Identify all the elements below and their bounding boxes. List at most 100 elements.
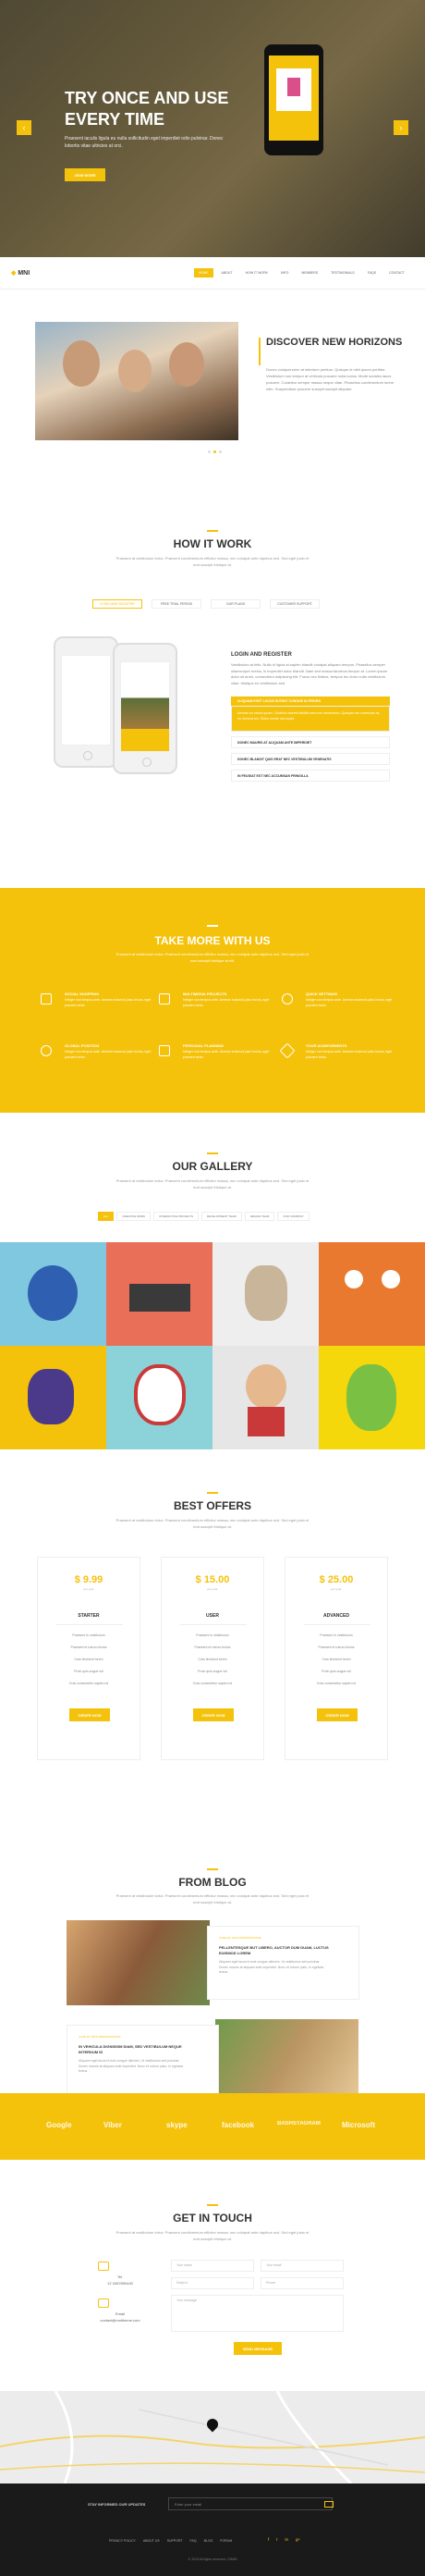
gallery-tile-cartoon-man[interactable] <box>212 1346 319 1449</box>
contact-subtitle: Praesent at vestibulum tortor. Praesent … <box>115 2230 310 2241</box>
gallery-tile-robot[interactable] <box>106 1346 212 1449</box>
tab-our-plans[interactable]: OUR PLANS <box>211 599 261 609</box>
feature-social-shopping: SOCIAL SHOPPING Integer non tempus ante. … <box>41 992 152 1029</box>
logo-google: Google <box>46 2121 72 2129</box>
gallery-tile-orange-monster[interactable] <box>319 1242 425 1346</box>
facebook-icon[interactable]: f <box>268 2537 269 2542</box>
filter-development-team[interactable]: DEVELOPMENT TEAM <box>200 1212 242 1221</box>
google-plus-icon[interactable]: g+ <box>296 2537 300 2542</box>
take-subtitle: Praesent at vestibulum tortor. Praesent … <box>115 952 310 963</box>
newsletter-email-input[interactable]: Enter your email <box>168 2497 333 2510</box>
blog-post-1-title[interactable]: PELLENTESQUE BUT LIBERO, AUCTOR DUM DUAM… <box>219 1945 330 1956</box>
discover-section: DISCOVER NEW HORIZONS Donec volutpat eni… <box>0 290 425 475</box>
subject-field[interactable]: Subject <box>171 2277 254 2289</box>
tab-login-register[interactable]: LOGIN AND REGISTER <box>92 599 142 609</box>
gallery-tile-sketch[interactable] <box>212 1242 319 1346</box>
title-accent <box>207 1492 218 1494</box>
footer-link-about[interactable]: ABOUT US <box>143 2539 160 2543</box>
blog-image-1[interactable] <box>67 1920 210 2005</box>
star-icon <box>279 1042 296 1059</box>
logo-bashstagram: BASHSTAGRAM <box>277 2121 321 2126</box>
name-field[interactable]: Your name <box>171 2260 254 2272</box>
order-now-button-user[interactable]: ORDER NOW <box>193 1708 234 1721</box>
phone-icon <box>98 2262 109 2271</box>
twitter-icon[interactable]: t <box>276 2537 277 2542</box>
hero-title: TRY ONCE AND USE EVERY TIME <box>65 89 229 129</box>
logo-facebook: facebook <box>222 2121 255 2129</box>
title-accent <box>207 1152 218 1154</box>
filter-design-team[interactable]: DESIGN TEAM <box>244 1212 275 1221</box>
offers-title: BEST OFFERS <box>173 1499 251 1512</box>
logo-skype: skype <box>166 2121 188 2129</box>
hero-view-more-button[interactable]: VIEW MORE <box>65 168 105 181</box>
send-mail-icon[interactable] <box>324 2501 334 2508</box>
tab-customer-support[interactable]: CUSTOMER SUPPORT <box>270 599 320 609</box>
filter-all[interactable]: ALL <box>98 1212 115 1221</box>
price-card-advanced: $ 25.00 per year ADVANCED Praesent in vest… <box>285 1557 388 1760</box>
feature-multimedia: MULTIMEDIA PROJECTS Integer non tempus an… <box>159 992 270 1029</box>
gallery-tile-green-monster[interactable] <box>319 1346 425 1449</box>
feature-achievements: YOUR ACHIEVEMENTS Integer non tempus ante… <box>279 1042 393 1080</box>
linkedin-icon[interactable]: in <box>285 2537 289 2542</box>
nav-item-members[interactable]: MEMBERS <box>297 268 322 277</box>
accordion-item-4[interactable]: IN FEUGIAT EST NEC ACCUMSAN FRINGILLA <box>231 770 390 782</box>
blog-image-2[interactable] <box>215 2019 358 2101</box>
nav-item-home[interactable]: HOME <box>194 268 213 277</box>
accordion-item-2[interactable]: DONEC MAURIS AT ALIQUAM ANTE IMPERDIET <box>231 736 390 748</box>
how-description: Vestibulum at felis. Nulla id ligula at … <box>231 662 388 685</box>
blog-post-2: JUNE 28, 2015 ADMINISTRATOR IN VEHICULA D… <box>67 2025 219 2095</box>
nav-item-about[interactable]: ABOUT <box>217 268 237 277</box>
price-card-user: $ 15.00 per year USER Praesent in vestibul… <box>161 1557 264 1760</box>
footer-link-faq[interactable]: FAQ <box>190 2539 197 2543</box>
how-heading: LOGIN AND REGISTER <box>231 652 292 658</box>
contact-title: GET IN TOUCH <box>173 2212 252 2225</box>
footer-link-forum[interactable]: FORUM <box>220 2539 232 2543</box>
footer-link-blog[interactable]: BLOG <box>204 2539 213 2543</box>
logo-viber: Viber <box>103 2121 122 2129</box>
filter-interactive-projects[interactable]: INTERACTIVE PROJECTS <box>153 1212 199 1221</box>
nav-item-how-it-work[interactable]: HOW IT WORK <box>241 268 273 277</box>
site-logo[interactable]: ◆ MNI <box>11 269 30 277</box>
gallery-tile-desk[interactable] <box>106 1242 212 1346</box>
blog-post-1: JUNE 28, 2015 ADMINISTRATOR PELLENTESQUE … <box>207 1926 359 2000</box>
order-now-button-starter[interactable]: ORDER NOW <box>69 1708 110 1721</box>
nav-item-info[interactable]: INFO <box>276 268 293 277</box>
cart-icon <box>41 993 52 1005</box>
feature-personal-planning: PERSONAL PLANNING Integer non tempus ante… <box>159 1043 270 1080</box>
contact-email-label: Email <box>115 2311 125 2316</box>
message-field[interactable]: Your message <box>171 2295 344 2332</box>
email-field[interactable]: Your email <box>261 2260 344 2272</box>
newsletter-label: STAY INFORMED OUR UPDATES <box>88 2502 146 2507</box>
gallery-title: OUR GALLERY <box>172 1160 253 1173</box>
accordion-item-3[interactable]: DONEC BLANDIT QUIS ERAT NEC VESTIBULUM V… <box>231 753 390 765</box>
nav-item-faqs[interactable]: FAQS <box>363 268 381 277</box>
footer-link-support[interactable]: SUPPORT <box>167 2539 183 2543</box>
hero-phone-image <box>264 44 323 155</box>
nav-item-testimonials[interactable]: TESTIMONIALS <box>326 268 359 277</box>
location-map[interactable] <box>0 2391 425 2484</box>
nav-item-contact[interactable]: CONTACT <box>384 268 409 277</box>
gallery-tile-character[interactable] <box>0 1346 106 1449</box>
contact-tel: 12 3457890440 <box>107 2281 133 2286</box>
filter-our-company[interactable]: OUR COMPANY <box>277 1212 310 1221</box>
accordion-item-1[interactable]: ALIQUAM EGET LACUS ID ERAT CONGUE ULTRIC… <box>231 696 390 706</box>
filter-creative-work[interactable]: CREATIVE WORK <box>116 1212 152 1221</box>
tab-free-trial[interactable]: FREE TRIAL PERIOD <box>152 599 201 609</box>
hero-next-arrow-icon[interactable]: › <box>394 120 408 135</box>
phone-field[interactable]: Phone <box>261 2277 344 2289</box>
accordion-body-1: Aenean eu varius ipsum. Curabitur laoree… <box>231 706 390 732</box>
send-message-button[interactable]: SEND MESSAGE <box>234 2342 282 2355</box>
blog-post-2-title[interactable]: IN VEHICULA DIGNISSIM DIAM, SED VESTIBUL… <box>79 2044 189 2055</box>
video-icon <box>159 993 170 1005</box>
main-nav: ◆ MNI HOME ABOUT HOW IT WORK INFO MEMBER… <box>0 257 425 290</box>
title-accent <box>207 530 218 532</box>
slider-dots[interactable] <box>208 450 222 453</box>
gallery-subtitle: Praesent at vestibulum tortor. Praesent … <box>115 1178 310 1189</box>
gallery-tile-blue-monster[interactable] <box>0 1242 106 1346</box>
hero-prev-arrow-icon[interactable]: ‹ <box>17 120 31 135</box>
order-now-button-advanced[interactable]: ORDER NOW <box>317 1708 358 1721</box>
footer-link-privacy[interactable]: PRIVACY POLICY <box>109 2539 136 2543</box>
how-title: HOW IT WORK <box>173 537 252 550</box>
blog-subtitle: Praesent at vestibulum tortor. Praesent … <box>115 1893 310 1904</box>
take-title: TAKE MORE WITH US <box>154 934 271 947</box>
